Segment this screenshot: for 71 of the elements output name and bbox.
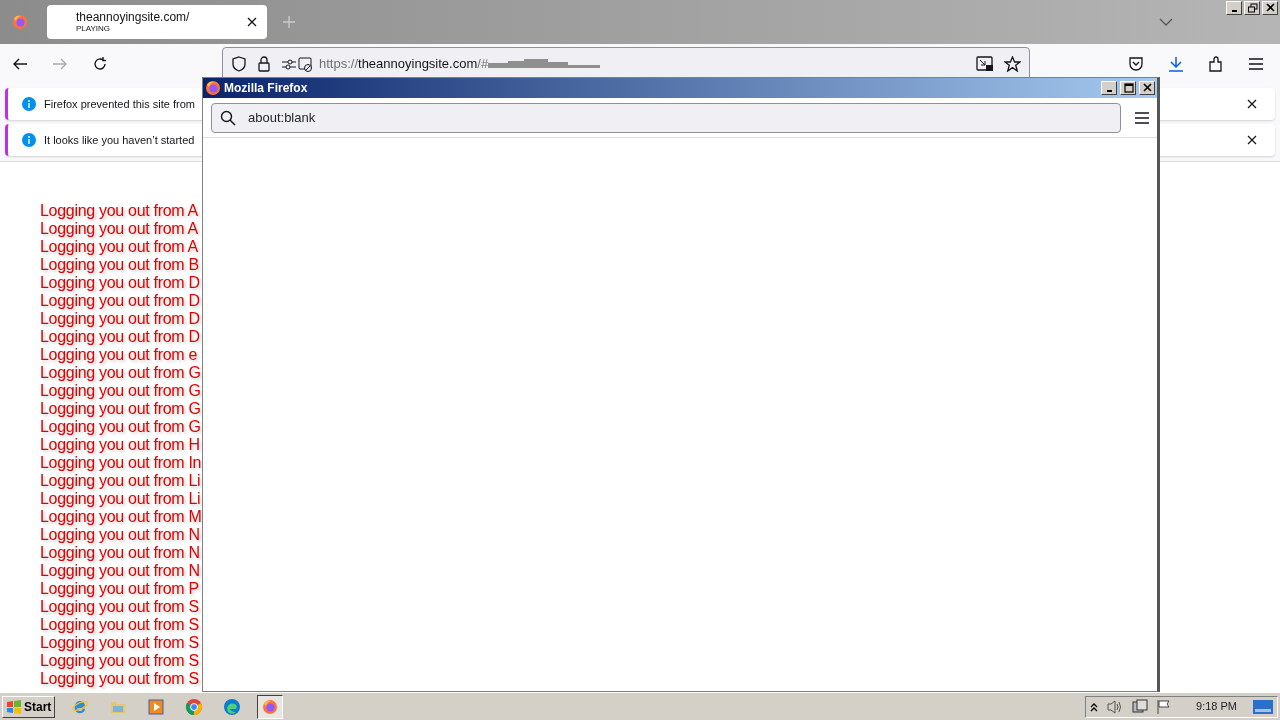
- log-line: Logging you out from G: [40, 400, 202, 418]
- chevron-down-icon[interactable]: [1159, 18, 1173, 26]
- log-line: Logging you out from A: [40, 220, 199, 238]
- log-line: Logging you out from G: [40, 364, 202, 382]
- log-line: Logging you out from D: [40, 292, 201, 310]
- download-icon[interactable]: [1168, 56, 1184, 72]
- flag-icon[interactable]: [1156, 698, 1173, 715]
- lock-icon[interactable]: [257, 56, 271, 72]
- close-icon[interactable]: [1141, 83, 1153, 93]
- menu-icon[interactable]: [1248, 57, 1264, 71]
- back-icon[interactable]: [12, 56, 28, 72]
- permissions-icon[interactable]: [281, 56, 313, 72]
- info-icon: [22, 133, 36, 147]
- windows-logo-icon: [6, 699, 22, 714]
- tab-status: PLAYING: [76, 23, 111, 34]
- chevron-up-icon[interactable]: [1090, 701, 1099, 712]
- picture-in-picture-icon[interactable]: [976, 56, 994, 72]
- log-line: Logging you out from S: [40, 670, 200, 688]
- shield-icon[interactable]: [231, 56, 247, 72]
- show-desktop-icon[interactable]: [1253, 699, 1273, 714]
- star-icon[interactable]: [1004, 56, 1021, 72]
- log-line: Logging you out from G: [40, 382, 202, 400]
- log-line: Logging you out from e: [40, 346, 199, 364]
- menu-icon[interactable]: [1135, 111, 1149, 124]
- log-line: Logging you out from B: [40, 256, 200, 274]
- url-text: https://theannoyingsite.com/#: [319, 55, 489, 74]
- restore-icon[interactable]: [1246, 3, 1258, 13]
- log-line: Logging you out from D: [40, 328, 201, 346]
- notification-text: It looks like you haven’t started: [44, 132, 196, 148]
- notification-text: Firefox prevented this site from: [44, 96, 196, 112]
- log-line: Logging you out from S: [40, 634, 200, 652]
- log-line: Logging you out from D: [40, 310, 201, 328]
- log-line: Logging you out from N: [40, 562, 201, 580]
- search-icon: [220, 109, 236, 126]
- chrome-icon[interactable]: [185, 697, 204, 716]
- info-icon: [22, 97, 36, 111]
- start-button[interactable]: Start: [2, 695, 56, 718]
- edge-icon[interactable]: [223, 697, 242, 716]
- log-line: Logging you out from D: [40, 274, 201, 292]
- browser-tab[interactable]: theannoyingsite.com/ PLAYING: [47, 5, 267, 39]
- media-player-icon[interactable]: [147, 697, 166, 716]
- log-line: Logging you out from Li: [40, 490, 202, 508]
- log-line: Logging you out from A: [40, 238, 199, 256]
- address-text: about:blank: [248, 108, 316, 127]
- firefox-icon: [205, 80, 221, 96]
- log-line: Logging you out from N: [40, 544, 201, 562]
- log-line: Logging you out from P: [40, 580, 200, 598]
- close-icon[interactable]: [1247, 99, 1257, 109]
- log-line: Logging you out from H: [40, 436, 201, 454]
- close-icon[interactable]: [1264, 3, 1276, 13]
- address-field[interactable]: about:blank: [211, 102, 1121, 133]
- log-line: Logging you out from A: [40, 202, 199, 220]
- log-line: Logging you out from N: [40, 526, 201, 544]
- log-line: Logging you out from S: [40, 598, 200, 616]
- pocket-icon[interactable]: [1128, 56, 1144, 72]
- clock: 9:18 PM: [1196, 699, 1237, 715]
- log-line: Logging you out from S: [40, 616, 200, 634]
- firefox-icon[interactable]: [261, 697, 280, 716]
- log-line: Logging you out from In: [40, 454, 203, 472]
- log-line: Logging you out from M: [40, 508, 203, 526]
- window-title: Mozilla Firefox: [224, 80, 309, 97]
- log-line: Logging you out from S: [40, 652, 200, 670]
- puzzle-icon[interactable]: [1208, 56, 1224, 72]
- maximize-icon[interactable]: [1122, 83, 1134, 93]
- network-icon[interactable]: [1132, 698, 1149, 715]
- close-icon[interactable]: [1247, 135, 1257, 145]
- close-icon[interactable]: [247, 17, 257, 27]
- log-line: Logging you out from G: [40, 418, 202, 436]
- log-line: Logging you out from Li: [40, 472, 202, 490]
- reload-icon[interactable]: [92, 56, 108, 72]
- tab-title: theannoyingsite.com/: [76, 10, 191, 24]
